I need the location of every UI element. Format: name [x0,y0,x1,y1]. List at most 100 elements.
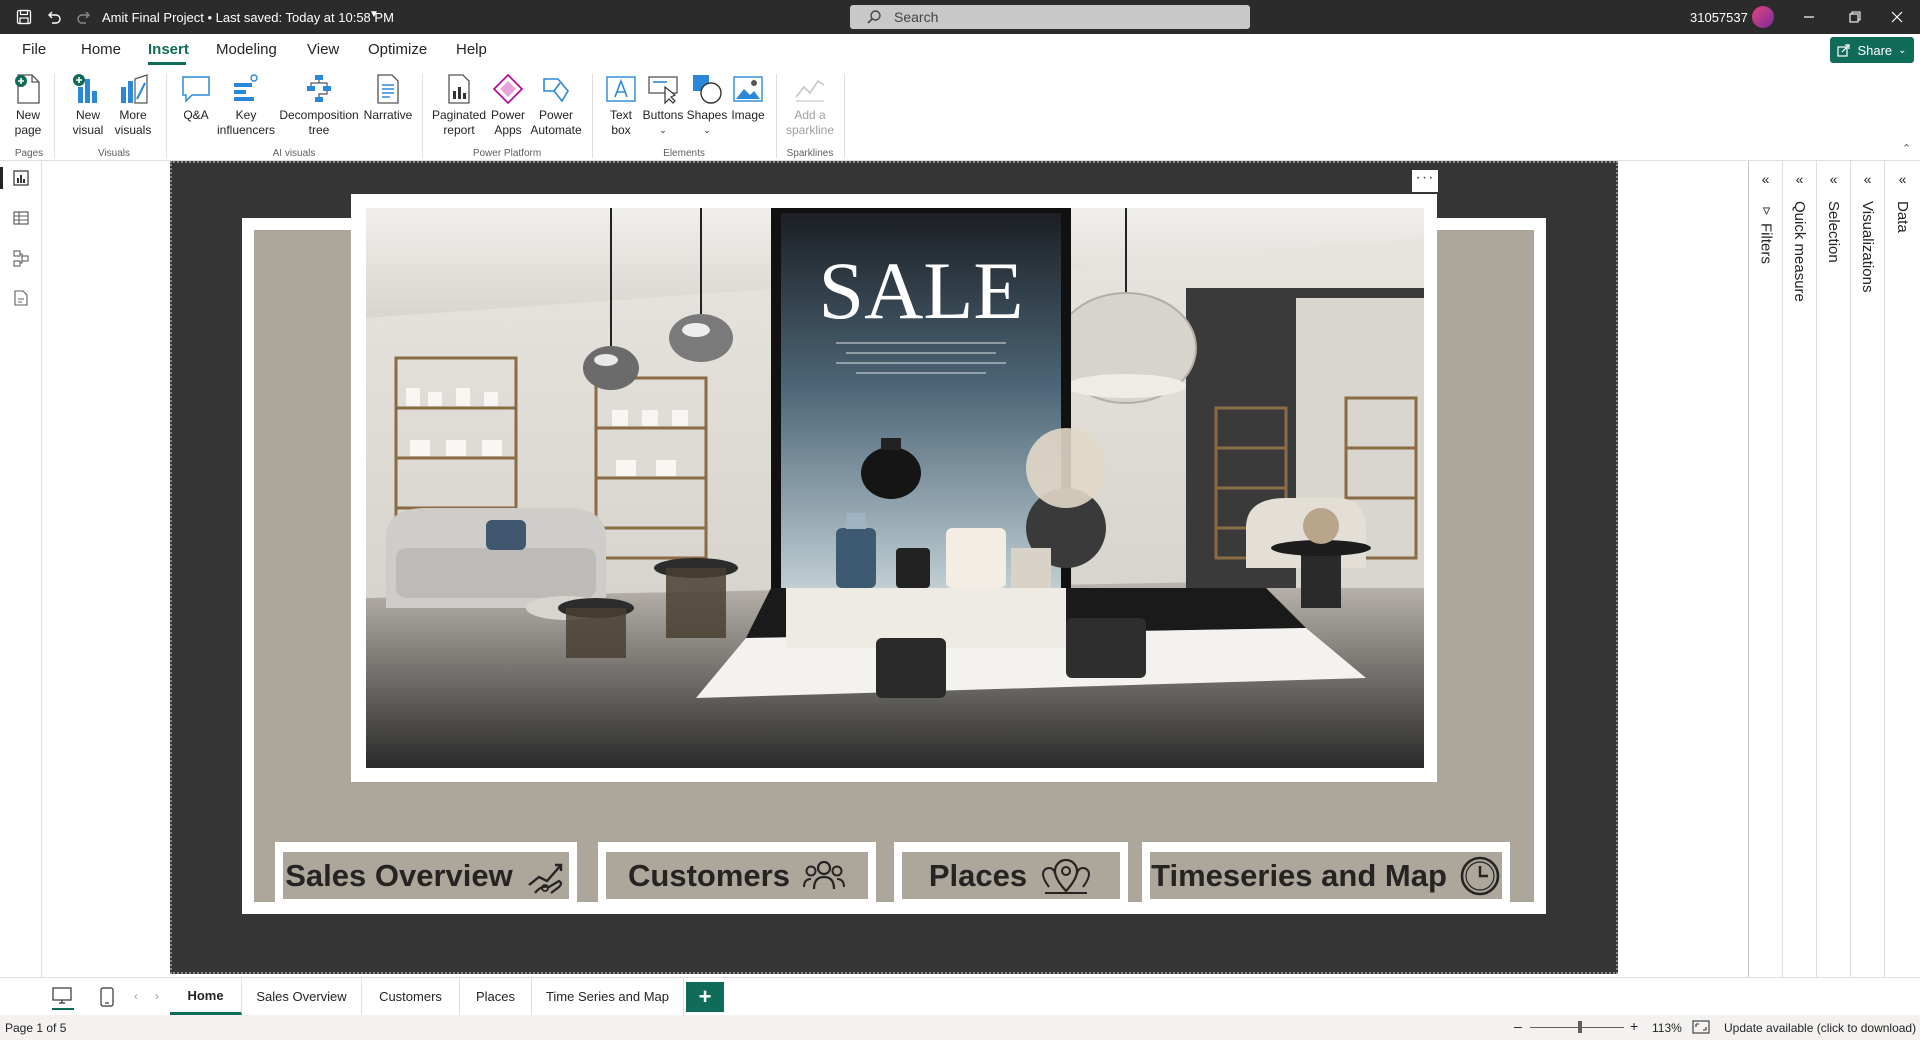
sparkline-icon [793,72,827,106]
collapse-ribbon-icon[interactable]: ⌃ [1902,142,1911,155]
share-label: Share [1857,42,1893,58]
desktop-layout-icon[interactable] [52,987,74,1010]
view-rail [0,161,42,977]
ribbon-separator [422,74,423,158]
paginated-report-button[interactable]: Paginated report [430,72,488,138]
redo-icon[interactable] [74,7,94,27]
menu-tab-file[interactable]: File [22,41,46,58]
zoom-out-icon[interactable]: – [1514,1018,1522,1034]
minimize-icon[interactable] [1786,0,1832,34]
users-group-icon [802,855,846,897]
page-tab-home[interactable]: Home [170,978,242,1015]
expand-filters-icon[interactable]: « [1762,171,1770,187]
search-input[interactable]: Search [850,5,1250,29]
sales-growth-icon [525,855,567,897]
menu-tab-insert[interactable]: Insert [148,41,189,58]
decomposition-tree-icon [302,72,336,106]
new-page-button[interactable]: New page [8,72,48,138]
page-tab-time-series-and-map[interactable]: Time Series and Map [532,978,684,1015]
zoom-slider[interactable] [1530,1021,1624,1033]
close-icon[interactable] [1874,0,1920,34]
expand-selection-icon[interactable]: « [1830,171,1838,187]
decomposition-tree-button[interactable]: Decomposition tree [278,72,360,138]
key-influencers-label-1: Key [235,108,257,122]
mobile-layout-icon[interactable] [100,987,114,1007]
restore-icon[interactable] [1832,0,1878,34]
buttons-icon [646,72,680,106]
pane-selection[interactable]: « Selection [1817,161,1851,977]
dax-query-view-icon[interactable] [10,287,32,309]
expand-data-icon[interactable]: « [1899,171,1907,187]
ribbon-separator [844,74,845,158]
ribbon-separator [592,74,593,158]
nav-button-sales-overview[interactable]: Sales Overview [275,842,577,905]
shapes-button[interactable]: Shapes ⌄ [686,72,728,138]
new-visual-button[interactable]: New visual [68,72,108,138]
pane-filters[interactable]: « ▿Filters [1749,161,1783,977]
ribbon-separator [166,74,167,158]
menu-tab-modeling[interactable]: Modeling [216,41,277,58]
undo-icon[interactable] [44,7,64,27]
pane-quick-measure[interactable]: « Quick measure [1783,161,1817,977]
add-sparkline-button[interactable]: Add a sparkline [784,72,836,138]
pane-data[interactable]: « Data [1885,161,1920,977]
group-label-ai-visuals: AI visuals [272,148,316,159]
qa-button[interactable]: Q&A [176,72,216,123]
buttons-button[interactable]: Buttons ⌄ [640,72,686,138]
image-button[interactable]: Image [728,72,768,123]
page-tab-sales-overview[interactable]: Sales Overview [242,978,362,1015]
clock-icon [1459,855,1501,897]
fit-to-page-icon[interactable] [1692,1020,1710,1034]
zoom-in-icon[interactable]: + [1630,1018,1638,1034]
shapes-dropdown-icon: ⌄ [703,125,711,135]
text-box-label-1: Text [609,108,632,122]
power-apps-icon [491,72,525,106]
showroom-illustration: SALE [366,208,1424,768]
update-available-link[interactable]: Update available (click to download) [1724,1021,1916,1035]
new-page-label-2: page [14,123,42,137]
more-visuals-button[interactable]: More visuals [110,72,156,138]
title-dropdown-icon[interactable]: ▼ [369,9,379,20]
new-page-icon [11,72,45,106]
menu-tab-home[interactable]: Home [81,41,121,58]
page-tab-places[interactable]: Places [460,978,532,1015]
menu-tab-help[interactable]: Help [456,41,487,58]
power-apps-button[interactable]: Power Apps [488,72,528,138]
avatar[interactable] [1752,6,1774,28]
ribbon-separator [54,74,55,158]
model-view-icon[interactable] [10,247,32,269]
page-tab-customers[interactable]: Customers [362,978,460,1015]
power-automate-button[interactable]: Power Automate [528,72,584,138]
active-tab-indicator [148,62,186,65]
scroll-left-icon[interactable]: ‹ [134,989,138,1003]
nav-button-timeseries-and-map[interactable]: Timeseries and Map [1142,842,1510,905]
hero-image[interactable]: SALE [366,208,1424,768]
key-influencers-button[interactable]: Key influencers [217,72,275,138]
pane-visualizations[interactable]: « Visualizations [1851,161,1885,977]
menu-bar: File Home Insert Modeling View Optimize … [0,34,1920,66]
group-label-visuals: Visuals [97,148,131,159]
nav-label-timeseries-and-map: Timeseries and Map [1151,857,1447,893]
expand-quick-measure-icon[interactable]: « [1796,171,1804,187]
power-apps-label-2: Apps [494,123,522,137]
table-view-icon[interactable] [10,207,32,229]
menu-tab-view[interactable]: View [307,41,339,58]
narrative-button[interactable]: Narrative [362,72,414,123]
save-icon[interactable] [14,7,34,27]
zoom-level: 113% [1652,1021,1682,1035]
share-button[interactable]: Share ⌄ [1830,37,1914,63]
more-options-icon[interactable]: ··· [1412,170,1438,192]
nav-button-places[interactable]: Places [894,842,1128,905]
add-page-button[interactable]: + [686,982,724,1012]
report-view-icon[interactable] [10,167,32,189]
scroll-right-icon[interactable]: › [155,989,159,1003]
expand-visualizations-icon[interactable]: « [1864,171,1872,187]
image-label: Image [731,108,765,122]
text-box-button[interactable]: Text box [602,72,640,138]
zoom-slider-thumb[interactable] [1578,1021,1582,1033]
ribbon: New page Pages New visual More visuals V… [0,66,1920,161]
power-automate-label-1: Power [538,108,573,122]
menu-tab-optimize[interactable]: Optimize [368,41,427,58]
user-id: 31057537 [1690,10,1748,25]
nav-button-customers[interactable]: Customers [598,842,876,905]
